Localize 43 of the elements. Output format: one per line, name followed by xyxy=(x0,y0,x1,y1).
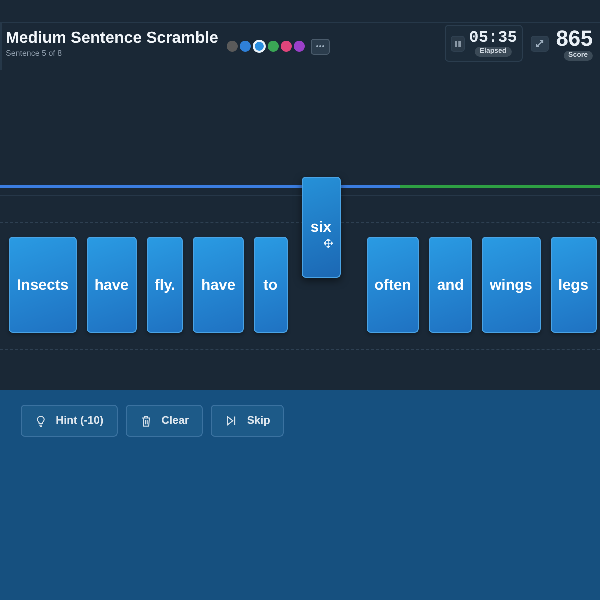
color-swatch-icon[interactable] xyxy=(294,41,305,52)
lightbulb-icon xyxy=(37,416,45,426)
word-text: have xyxy=(94,276,129,294)
color-swatch-icon[interactable] xyxy=(268,41,279,52)
elapsed-time: 05:35 xyxy=(469,30,518,47)
trash-icon xyxy=(142,416,151,426)
word-text: fly. xyxy=(154,276,176,294)
expand-button[interactable] xyxy=(531,36,550,52)
more-icon xyxy=(316,45,325,48)
word-tile[interactable]: Insects xyxy=(9,237,77,333)
word-text: often xyxy=(374,276,412,294)
word-text: have xyxy=(201,276,236,294)
word-text: and xyxy=(437,276,464,294)
color-swatch-icon[interactable] xyxy=(252,40,266,53)
skip-icon xyxy=(227,416,236,426)
score-value: 865 xyxy=(556,26,593,50)
word-tile[interactable]: fly. xyxy=(146,237,184,333)
more-button[interactable] xyxy=(310,38,330,54)
hint-button[interactable]: Hint (-10) xyxy=(21,405,118,437)
move-cursor-icon xyxy=(324,239,333,248)
word-tile[interactable]: and xyxy=(429,237,472,333)
sentence-counter: Sentence 5 of 8 xyxy=(6,48,64,58)
word-tile[interactable]: six xyxy=(302,177,341,278)
word-tile[interactable]: have xyxy=(86,237,137,333)
word-tile[interactable]: wings xyxy=(482,237,541,333)
word-tile[interactable]: legs xyxy=(550,237,597,333)
word-text: six xyxy=(310,219,332,236)
word-tile[interactable]: have xyxy=(193,237,244,333)
clear-button[interactable]: Clear xyxy=(126,405,204,437)
expand-icon xyxy=(536,40,544,48)
color-swatch-icon[interactable] xyxy=(226,41,238,52)
word-text: Insects xyxy=(17,276,69,294)
pause-icon xyxy=(455,40,462,46)
word-tile[interactable]: often xyxy=(366,237,420,333)
color-swatch-icon[interactable] xyxy=(240,41,251,52)
word-text: to xyxy=(264,276,278,294)
skip-button[interactable]: Skip xyxy=(211,405,284,437)
word-text: legs xyxy=(558,276,589,294)
color-swatch-icon[interactable] xyxy=(280,41,292,52)
pause-button[interactable] xyxy=(451,36,466,52)
word-text: wings xyxy=(490,276,533,294)
game-title: Medium Sentence Scramble xyxy=(6,28,219,48)
word-tile[interactable]: to xyxy=(254,237,288,333)
